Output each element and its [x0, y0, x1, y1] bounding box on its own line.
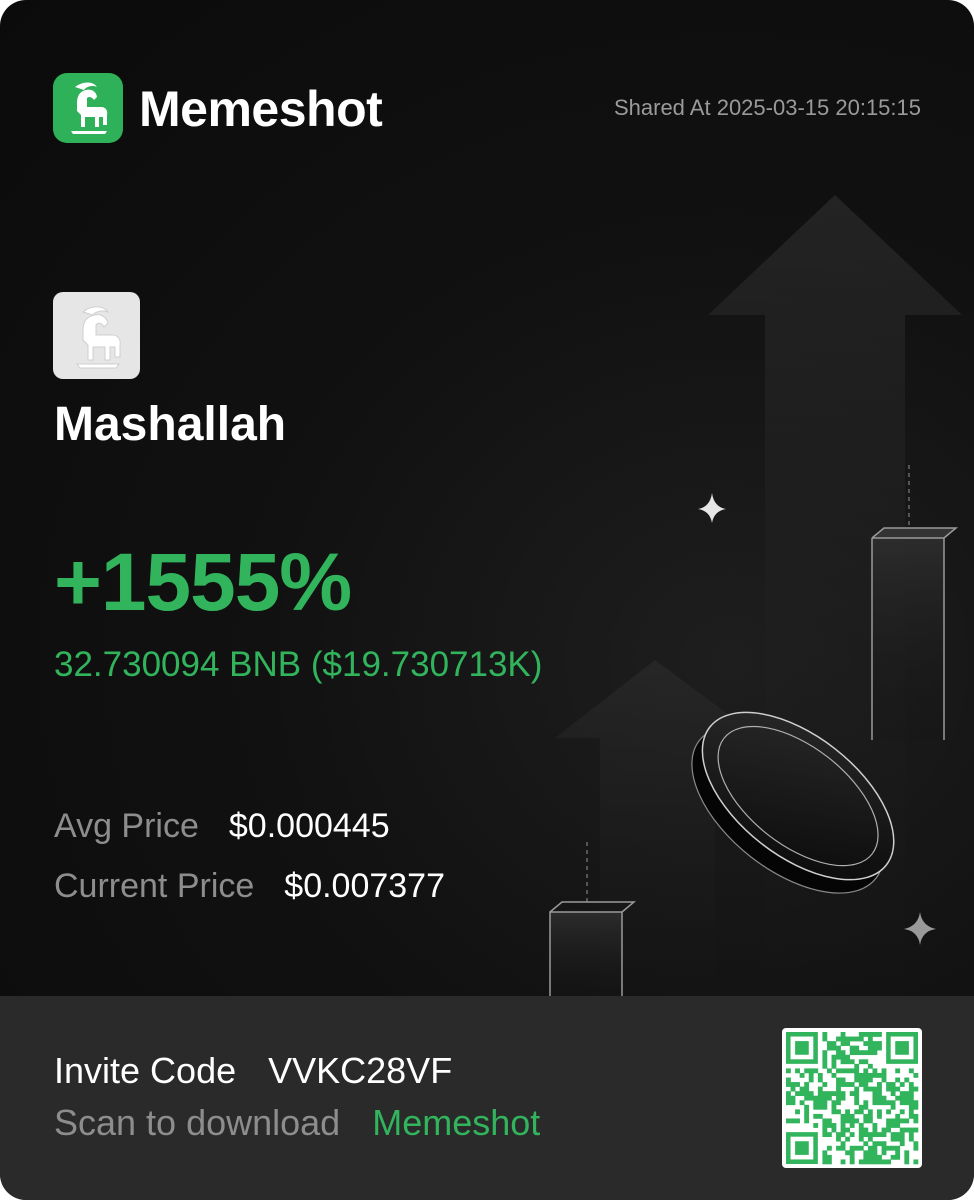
footer: Invite Code VVKC28VF Scan to download Meme… [0, 996, 974, 1200]
share-card: Memeshot Shared At 2025-03-15 20:15:15 M… [0, 0, 974, 1200]
shared-timestamp: Shared At 2025-03-15 20:15:15 [613, 95, 921, 120]
avg-price-value: $0.000445 [228, 807, 390, 845]
scan-app-name[interactable]: Memeshot [372, 1102, 540, 1143]
avg-price-row: Avg Price $0.000445 [54, 806, 390, 846]
current-price-label: Current Price [54, 867, 255, 905]
pnl-amount: 32.730094 BNB ($19.730713K) [54, 645, 543, 684]
scan-label: Scan to download [54, 1102, 341, 1143]
invite-code-label: Invite Code [54, 1050, 237, 1091]
brand-name: Memeshot [139, 81, 383, 137]
pnl-percent: +1555% [54, 537, 352, 628]
token-name: Mashallah [54, 398, 287, 451]
goat-icon [76, 306, 121, 369]
avg-price-label: Avg Price [54, 807, 199, 845]
current-price-value: $0.007377 [284, 867, 446, 905]
sparkle-icon [698, 493, 726, 523]
invite-code-row: Invite Code VVKC28VF [54, 1050, 452, 1092]
scan-download-row: Scan to download Memeshot [54, 1102, 540, 1144]
current-price-row: Current Price $0.007377 [54, 866, 445, 906]
goat-icon [53, 73, 123, 143]
qr-code-icon[interactable] [782, 1028, 922, 1168]
token-avatar [53, 292, 140, 379]
background-decoration [549, 195, 962, 1000]
sparkle-icon [904, 912, 936, 945]
header: Memeshot Shared At 2025-03-15 20:15:15 [53, 73, 921, 143]
invite-code-value[interactable]: VVKC28VF [268, 1050, 452, 1091]
